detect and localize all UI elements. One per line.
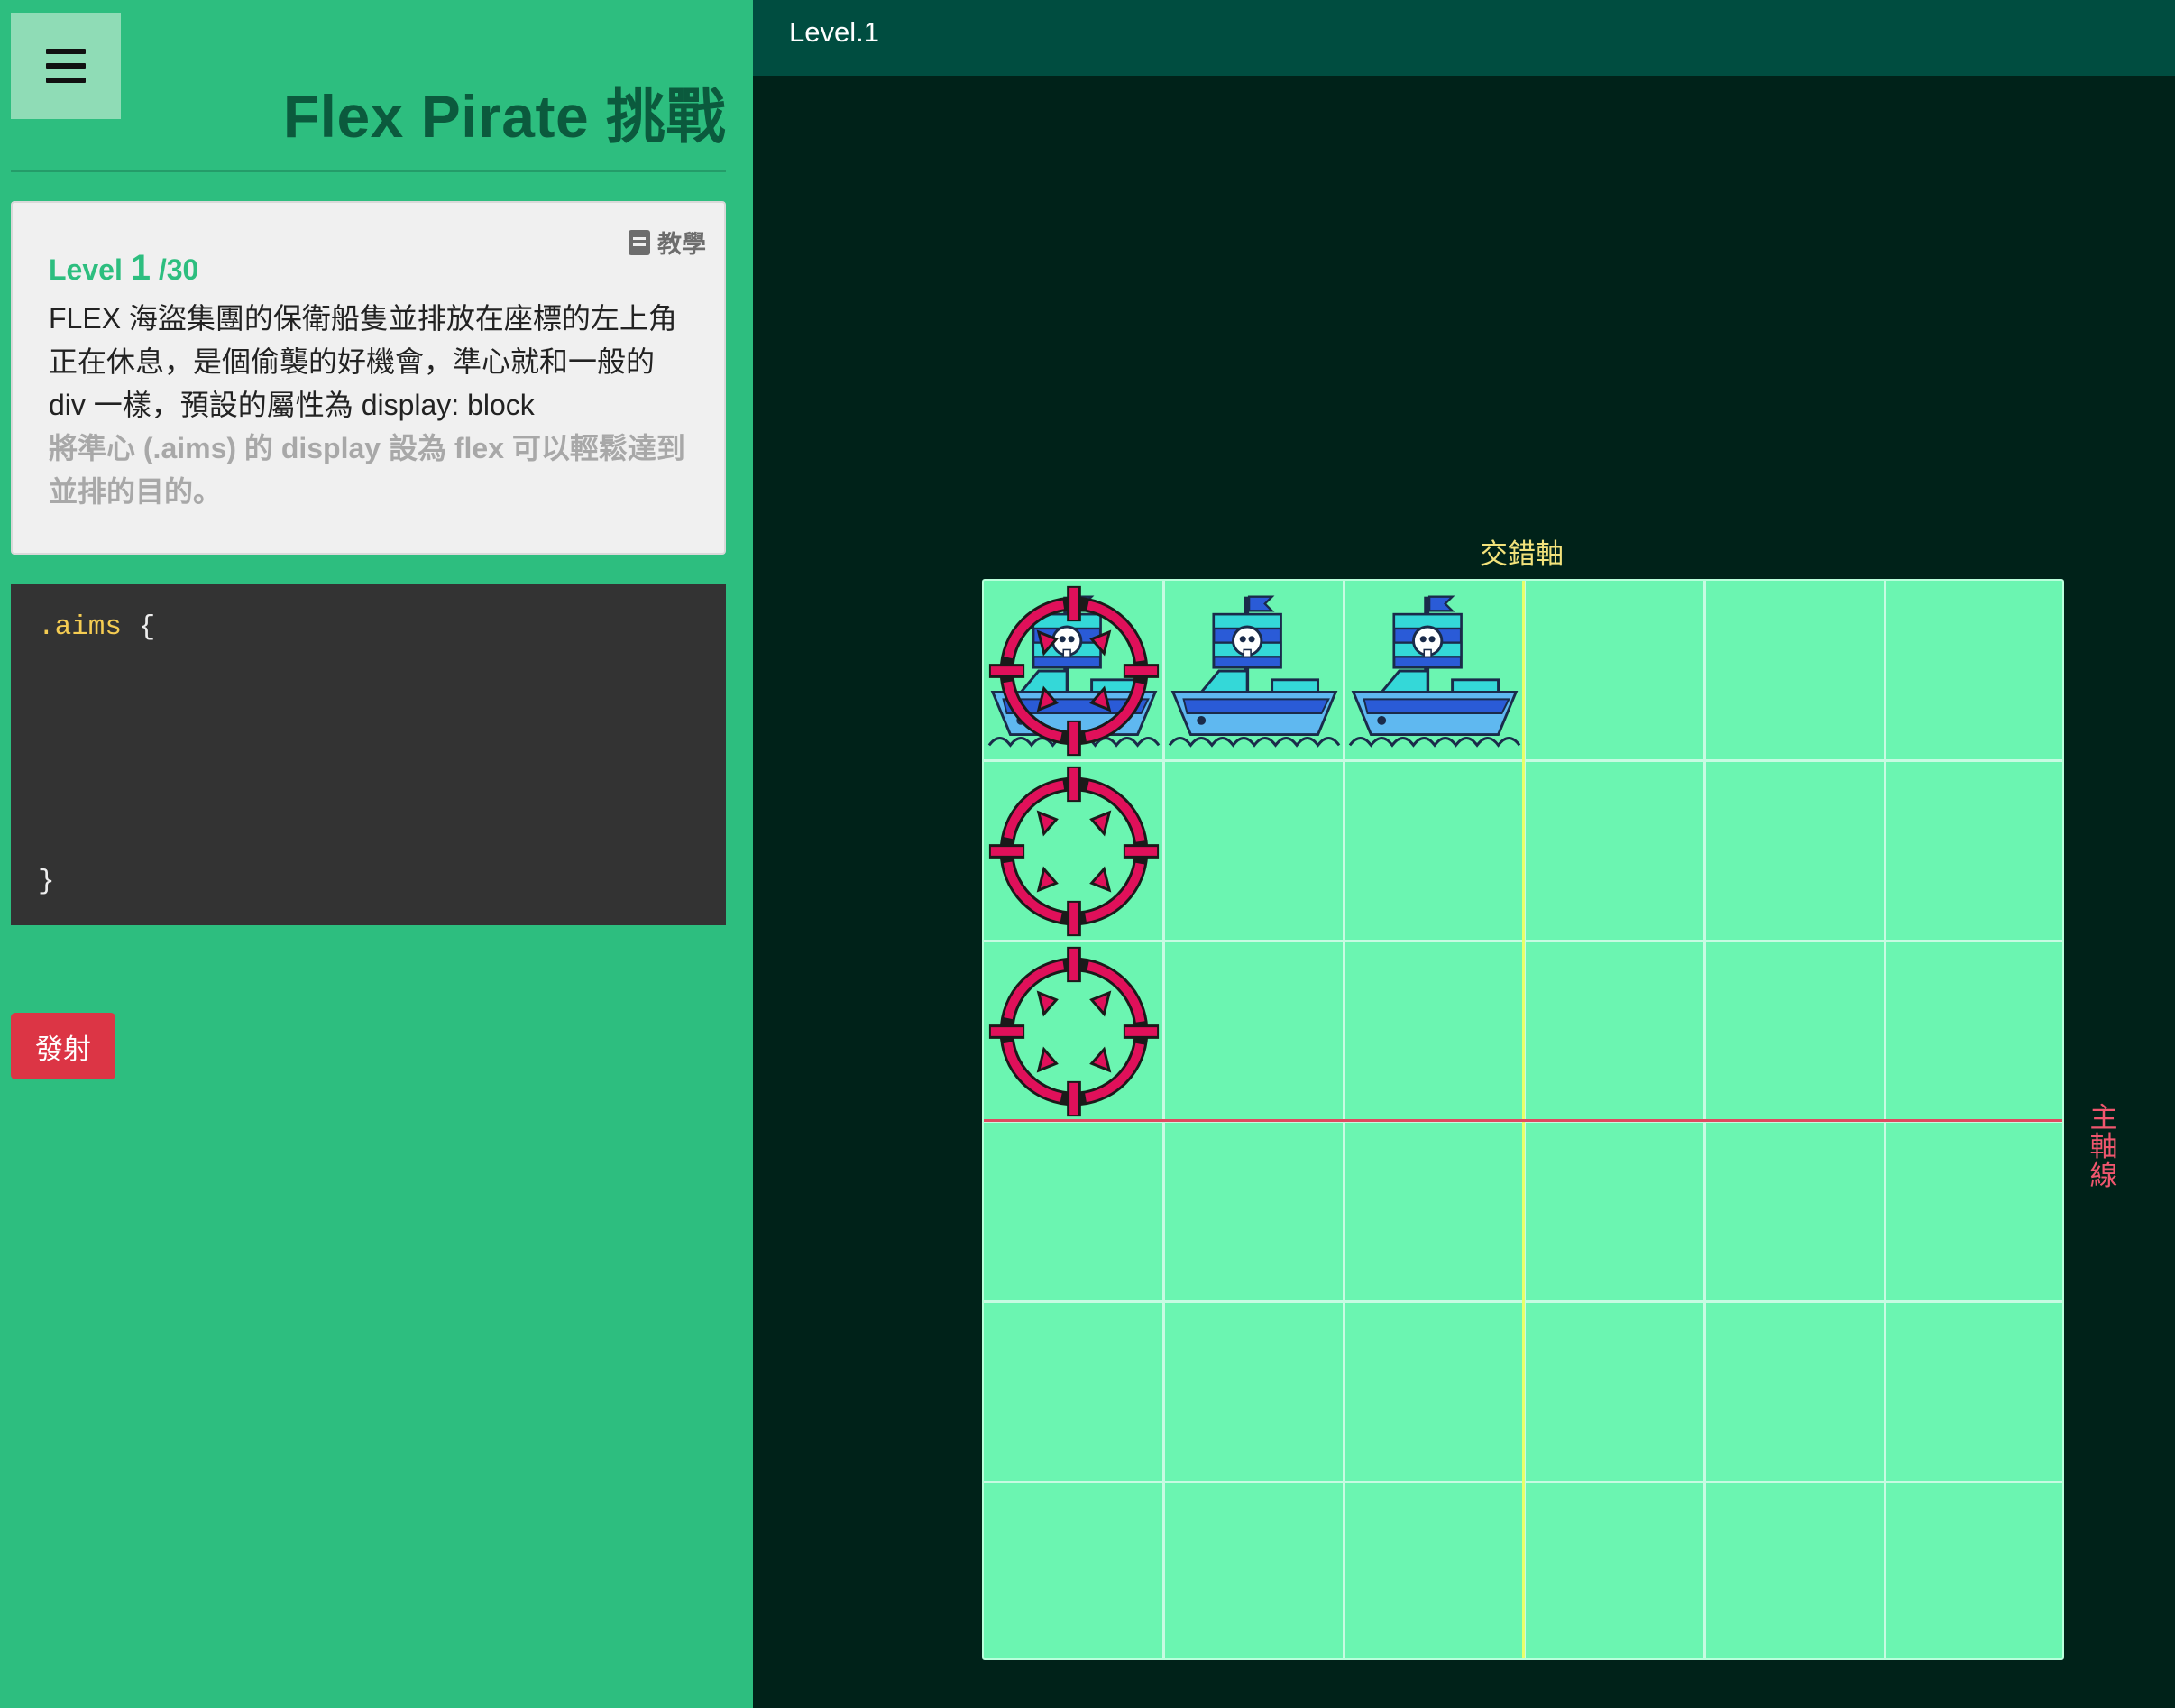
cross-axis-label: 交錯軸 (1480, 538, 1564, 570)
level-label: Level.1 (789, 16, 879, 48)
code-editor: .aims { } (11, 584, 726, 925)
app-title: Flex Pirate 挑戰 (282, 83, 726, 150)
level-prefix: Level (49, 253, 123, 286)
level-description: FLEX 海盜集團的保衛船隻並排放在座標的左上角正在休息，是個偷襲的好機會，準心… (49, 302, 677, 421)
main-axis-label: 主軸線 (2089, 1102, 2118, 1191)
top-bar: Level.1 (753, 0, 2175, 76)
level-card: 教學 Level 1 /30 FLEX 海盜集團的保衛船隻並排放在座標的左上角正… (11, 201, 726, 555)
code-open-line: .aims { (38, 611, 155, 643)
menu-icon (46, 49, 86, 83)
css-input[interactable] (74, 657, 696, 846)
title-divider (11, 170, 726, 172)
menu-button[interactable] (11, 13, 121, 119)
level-hint: 將準心 (.aims) 的 display 設為 flex 可以輕鬆達到並排的目… (49, 432, 685, 508)
code-open-brace: { (138, 611, 156, 643)
fire-button[interactable]: 發射 (11, 1013, 115, 1079)
crosshair-icon (986, 583, 1162, 759)
crosshair-icon (986, 763, 1162, 940)
tutorial-link[interactable]: 教學 (629, 225, 706, 260)
sidebar: Flex Pirate 挑戰 教學 Level 1 /30 FLEX 海盜集團的… (0, 0, 753, 1708)
level-total: /30 (158, 253, 199, 286)
level-current: 1 (130, 248, 151, 288)
crosshair-icon (986, 943, 1162, 1120)
pirate-ship-icon (1346, 583, 1523, 759)
level-indicator: Level 1 /30 (49, 248, 198, 289)
book-icon (629, 229, 650, 255)
pirate-ship-icon (1166, 583, 1343, 759)
code-selector: .aims (38, 611, 123, 643)
code-close-brace: } (38, 866, 55, 897)
tutorial-label: 教學 (657, 231, 706, 258)
game-board (982, 579, 2064, 1660)
